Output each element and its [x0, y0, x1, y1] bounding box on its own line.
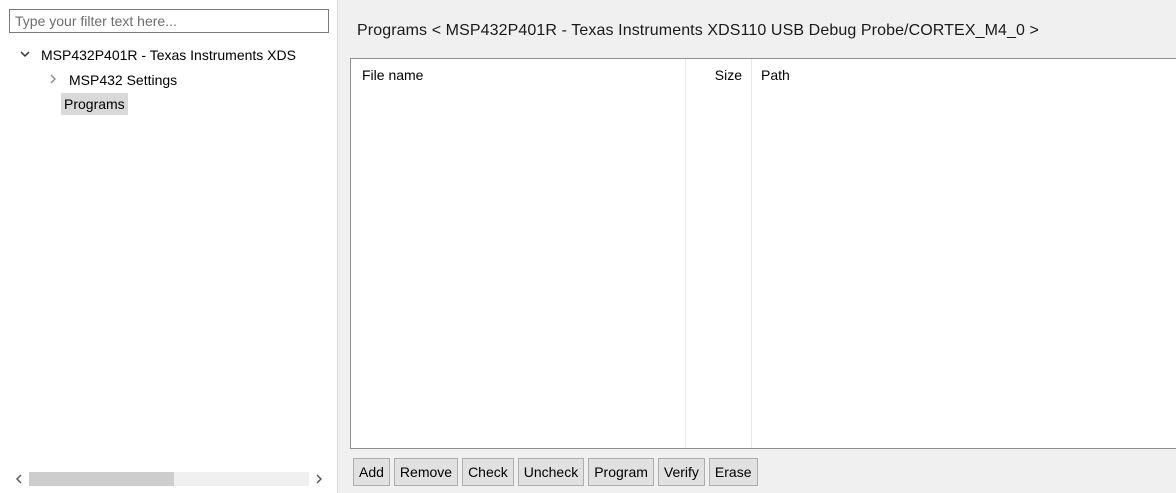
program-button[interactable]: Program: [588, 458, 654, 486]
tree-item-msp432-settings[interactable]: MSP432 Settings: [46, 69, 180, 91]
tree-item-label: MSP432P401R - Texas Instruments XDS: [41, 47, 296, 63]
horizontal-scrollbar[interactable]: [9, 469, 329, 489]
chevron-right-icon[interactable]: [46, 70, 60, 92]
column-header-path[interactable]: Path: [761, 67, 790, 83]
programs-panel: Programs < MSP432P401R - Texas Instrumen…: [343, 0, 1176, 493]
check-button[interactable]: Check: [462, 458, 514, 486]
column-divider[interactable]: [685, 59, 686, 448]
erase-button[interactable]: Erase: [708, 458, 758, 486]
verify-button[interactable]: Verify: [657, 458, 705, 486]
column-header-file-name[interactable]: File name: [362, 67, 423, 83]
tree-item-label: MSP432 Settings: [69, 72, 178, 88]
column-header-size[interactable]: Size: [686, 67, 742, 83]
uncheck-button[interactable]: Uncheck: [517, 458, 585, 486]
filter-input[interactable]: [9, 9, 329, 33]
scrollbar-thumb[interactable]: [29, 472, 174, 486]
remove-button[interactable]: Remove: [393, 458, 459, 486]
tree-item-programs[interactable]: Programs: [61, 93, 128, 115]
left-panel: MSP432P401R - Texas Instruments XDS MSP4…: [0, 0, 336, 493]
scrollbar-track[interactable]: [29, 472, 309, 486]
chevron-right-icon[interactable]: [309, 469, 329, 489]
chevron-left-icon[interactable]: [9, 469, 29, 489]
programs-toolbar: Add Remove Check Uncheck Program Verify Erase: [353, 458, 762, 486]
column-divider[interactable]: [751, 59, 752, 448]
add-button[interactable]: Add: [353, 458, 390, 486]
page-title: Programs < MSP432P401R - Texas Instrumen…: [357, 22, 1040, 39]
tree-item-label: Programs: [61, 93, 128, 115]
chevron-down-icon[interactable]: [18, 45, 32, 66]
programs-table[interactable]: File name Size Path: [350, 58, 1176, 449]
tree-item-msp432p401r[interactable]: MSP432P401R - Texas Instruments XDS: [18, 44, 336, 66]
